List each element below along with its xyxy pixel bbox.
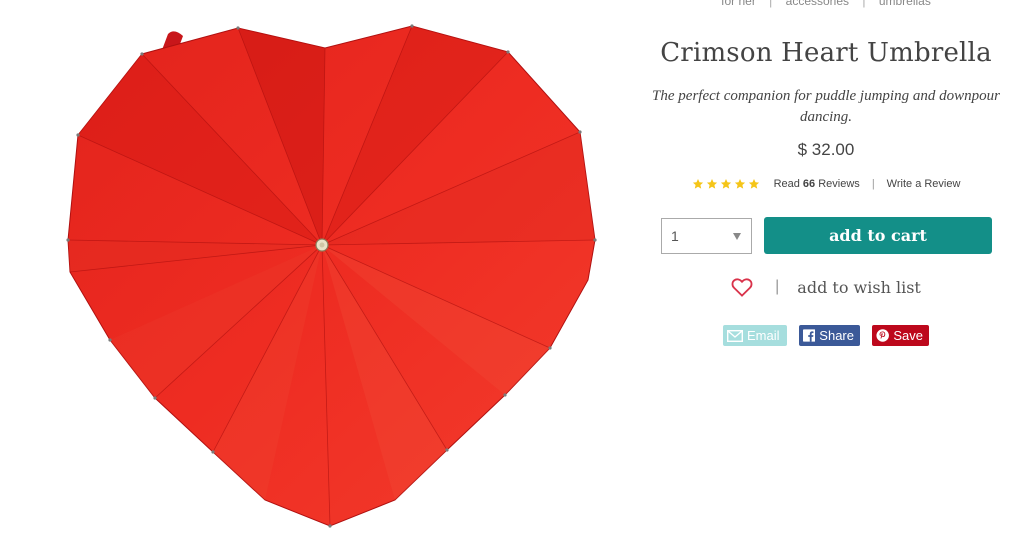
quantity-select[interactable]: 1 (661, 218, 752, 254)
product-image-heart-umbrella (66, 24, 597, 528)
product-title: Crimson Heart Umbrella (660, 38, 992, 68)
add-to-cart-button[interactable]: add to cart (764, 217, 992, 254)
write-review-link[interactable]: Write a Review (887, 178, 961, 190)
pinterest-save-button[interactable]: Save (872, 325, 929, 346)
facebook-share-label: Share (819, 328, 854, 343)
star-icon (720, 179, 731, 189)
wish-list-separator: | (775, 278, 780, 295)
email-share-button[interactable]: Email (723, 325, 787, 346)
star-rating (692, 178, 760, 190)
read-reviews-link[interactable]: Read 66 Reviews (774, 178, 860, 190)
facebook-icon (803, 329, 816, 342)
star-icon (706, 179, 717, 189)
breadcrumb-item-for-her[interactable]: for her (721, 0, 756, 8)
product-price: $ 32.00 (797, 140, 855, 159)
email-share-label: Email (747, 328, 780, 343)
star-icon (748, 179, 759, 189)
product-tagline: The perfect companion for puddle jumping… (652, 88, 1000, 125)
star-icon (734, 179, 745, 189)
breadcrumb-item-umbrellas[interactable]: umbrellas (879, 0, 931, 8)
facebook-share-button[interactable]: Share (799, 325, 860, 346)
wish-list-row: | add to wish list (640, 277, 1012, 297)
share-buttons: Email Share Save (640, 325, 1012, 346)
read-reviews-suffix: Reviews (818, 178, 860, 190)
pinterest-save-label: Save (893, 328, 923, 343)
quantity-value: 1 (671, 228, 679, 244)
review-count: 66 (802, 178, 816, 190)
breadcrumb-separator: | (862, 0, 866, 8)
heart-icon[interactable] (731, 277, 753, 297)
read-reviews-prefix: Read (773, 178, 800, 190)
breadcrumb: for her | accessories | umbrellas (640, 0, 1012, 8)
rating-separator: | (871, 178, 875, 190)
add-to-wish-list-link[interactable]: add to wish list (797, 278, 921, 297)
rating-row: Read 66 Reviews | Write a Review (640, 178, 1012, 190)
breadcrumb-item-accessories[interactable]: accessories (786, 0, 849, 8)
chevron-down-icon (733, 233, 741, 240)
envelope-icon (727, 329, 743, 342)
breadcrumb-separator: | (769, 0, 773, 8)
pinterest-icon (876, 329, 889, 342)
star-icon (692, 179, 703, 189)
